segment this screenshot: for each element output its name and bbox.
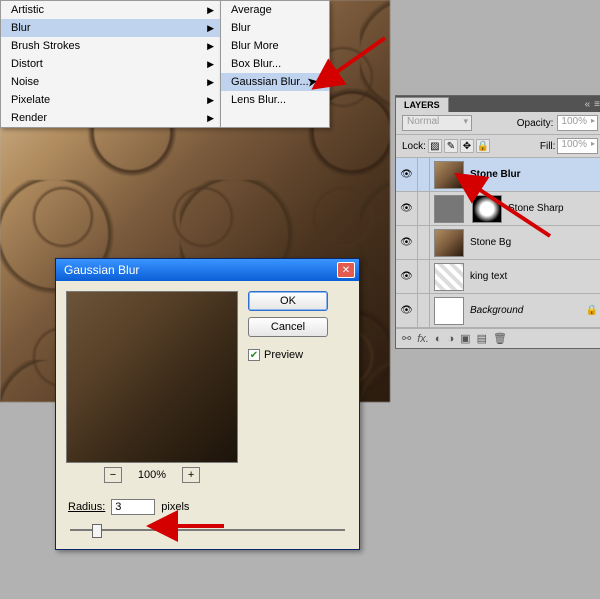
layer-name[interactable]: Stone Bg [468, 237, 511, 248]
menu-item-brush-strokes[interactable]: Brush Strokes▶ [1, 37, 220, 55]
fill-label: Fill: [540, 141, 556, 152]
mask-icon[interactable]: ◐ [435, 333, 442, 345]
submenu-item-average[interactable]: Average [221, 1, 329, 19]
layer-row[interactable]: 👁 Stone Bg [396, 226, 600, 260]
radius-unit: pixels [161, 501, 189, 513]
menu-item-pixelate[interactable]: Pixelate▶ [1, 91, 220, 109]
layer-name[interactable]: Stone Blur [468, 169, 521, 180]
layer-thumb[interactable] [434, 195, 464, 223]
dialog-titlebar[interactable]: Gaussian Blur ✕ [56, 259, 359, 281]
visibility-icon[interactable]: 👁 [396, 260, 418, 293]
menu-item-distort[interactable]: Distort▶ [1, 55, 220, 73]
preview-checkbox[interactable]: ✔ Preview [248, 349, 328, 361]
lock-transparency-icon[interactable]: ▨ [428, 139, 442, 153]
ok-button[interactable]: OK [248, 291, 328, 311]
preview-label: Preview [264, 349, 303, 361]
zoom-level: 100% [138, 469, 166, 481]
radius-input[interactable] [111, 499, 155, 515]
link-layers-icon[interactable]: ⚯ [402, 332, 411, 345]
cancel-button[interactable]: Cancel [248, 317, 328, 337]
lock-position-icon[interactable]: ✥ [460, 139, 474, 153]
opacity-label: Opacity: [517, 118, 554, 129]
panel-menu-icon[interactable]: ≡ [594, 99, 600, 110]
layer-name[interactable]: king text [468, 271, 507, 282]
lock-label: Lock: [402, 141, 426, 152]
menu-item-render[interactable]: Render▶ [1, 109, 220, 127]
layer-row[interactable]: 👁 Background 🔒 [396, 294, 600, 328]
layers-list: 👁 Stone Blur 👁 Stone Sharp 👁 Stone Bg 👁 king te… [396, 158, 600, 328]
zoom-out-button[interactable]: − [104, 467, 122, 483]
layer-thumb[interactable] [434, 297, 464, 325]
menu-item-noise[interactable]: Noise▶ [1, 73, 220, 91]
lock-all-icon[interactable]: 🔒 [476, 139, 490, 153]
adjustment-icon[interactable]: ◑ [448, 333, 455, 345]
visibility-icon[interactable]: 👁 [396, 158, 418, 191]
slider-knob[interactable] [92, 524, 102, 538]
menu-item-blur[interactable]: Blur▶ [1, 19, 220, 37]
lock-icon: 🔒 [586, 305, 598, 316]
blend-mode-select[interactable]: Normal [402, 115, 472, 131]
layer-thumb[interactable] [434, 161, 464, 189]
flyout-arrows-icon[interactable]: « [585, 99, 591, 110]
radius-slider[interactable] [70, 521, 345, 541]
submenu-item-blur-more[interactable]: Blur More [221, 37, 329, 55]
checkbox-icon: ✔ [248, 349, 260, 361]
filter-menu: Artistic▶Blur▶Brush Strokes▶Distort▶Nois… [0, 0, 330, 128]
visibility-icon[interactable]: 👁 [396, 226, 418, 259]
gaussian-blur-dialog: Gaussian Blur ✕ − 100% + OK Cancel ✔ Pre… [55, 258, 360, 550]
fill-field[interactable]: 100% [557, 138, 598, 154]
layer-row[interactable]: 👁 Stone Blur [396, 158, 600, 192]
fx-icon[interactable]: fx. [417, 333, 429, 345]
visibility-icon[interactable]: 👁 [396, 192, 418, 225]
group-icon[interactable]: ▣ [460, 332, 470, 345]
layer-thumb[interactable] [472, 195, 502, 223]
submenu-item-lens-blur-[interactable]: Lens Blur... [221, 91, 329, 109]
tab-layers[interactable]: LAYERS [396, 97, 449, 112]
menu-item-artistic[interactable]: Artistic▶ [1, 1, 220, 19]
panel-footer: ⚯ fx. ◐ ◑ ▣ ▤ 🗑 [396, 328, 600, 348]
panel-tabs: LAYERS « ≡ [396, 96, 600, 112]
close-icon[interactable]: ✕ [337, 262, 355, 278]
layers-panel: LAYERS « ≡ Normal Opacity: 100% Lock: ▨ … [395, 95, 600, 349]
slider-track [70, 529, 345, 531]
submenu-item-box-blur-[interactable]: Box Blur... [221, 55, 329, 73]
dialog-title: Gaussian Blur [64, 263, 139, 277]
filter-menu-col1: Artistic▶Blur▶Brush Strokes▶Distort▶Nois… [0, 0, 220, 128]
layer-thumb[interactable] [434, 263, 464, 291]
opacity-field[interactable]: 100% [557, 115, 598, 131]
trash-icon[interactable]: 🗑 [493, 332, 507, 345]
radius-label: Radius: [68, 501, 105, 513]
new-layer-icon[interactable]: ▤ [477, 332, 487, 345]
lock-pixels-icon[interactable]: ✎ [444, 139, 458, 153]
preview-thumbnail[interactable] [66, 291, 238, 463]
submenu-item-blur[interactable]: Blur [221, 19, 329, 37]
layer-name[interactable]: Stone Sharp [506, 203, 564, 214]
layer-row[interactable]: 👁 Stone Sharp [396, 192, 600, 226]
filter-submenu-blur: AverageBlurBlur MoreBox Blur...Gaussian … [220, 0, 330, 128]
layer-thumb[interactable] [434, 229, 464, 257]
zoom-in-button[interactable]: + [182, 467, 200, 483]
layer-name[interactable]: Background [468, 305, 523, 316]
visibility-icon[interactable]: 👁 [396, 294, 418, 327]
layer-row[interactable]: 👁 king text [396, 260, 600, 294]
